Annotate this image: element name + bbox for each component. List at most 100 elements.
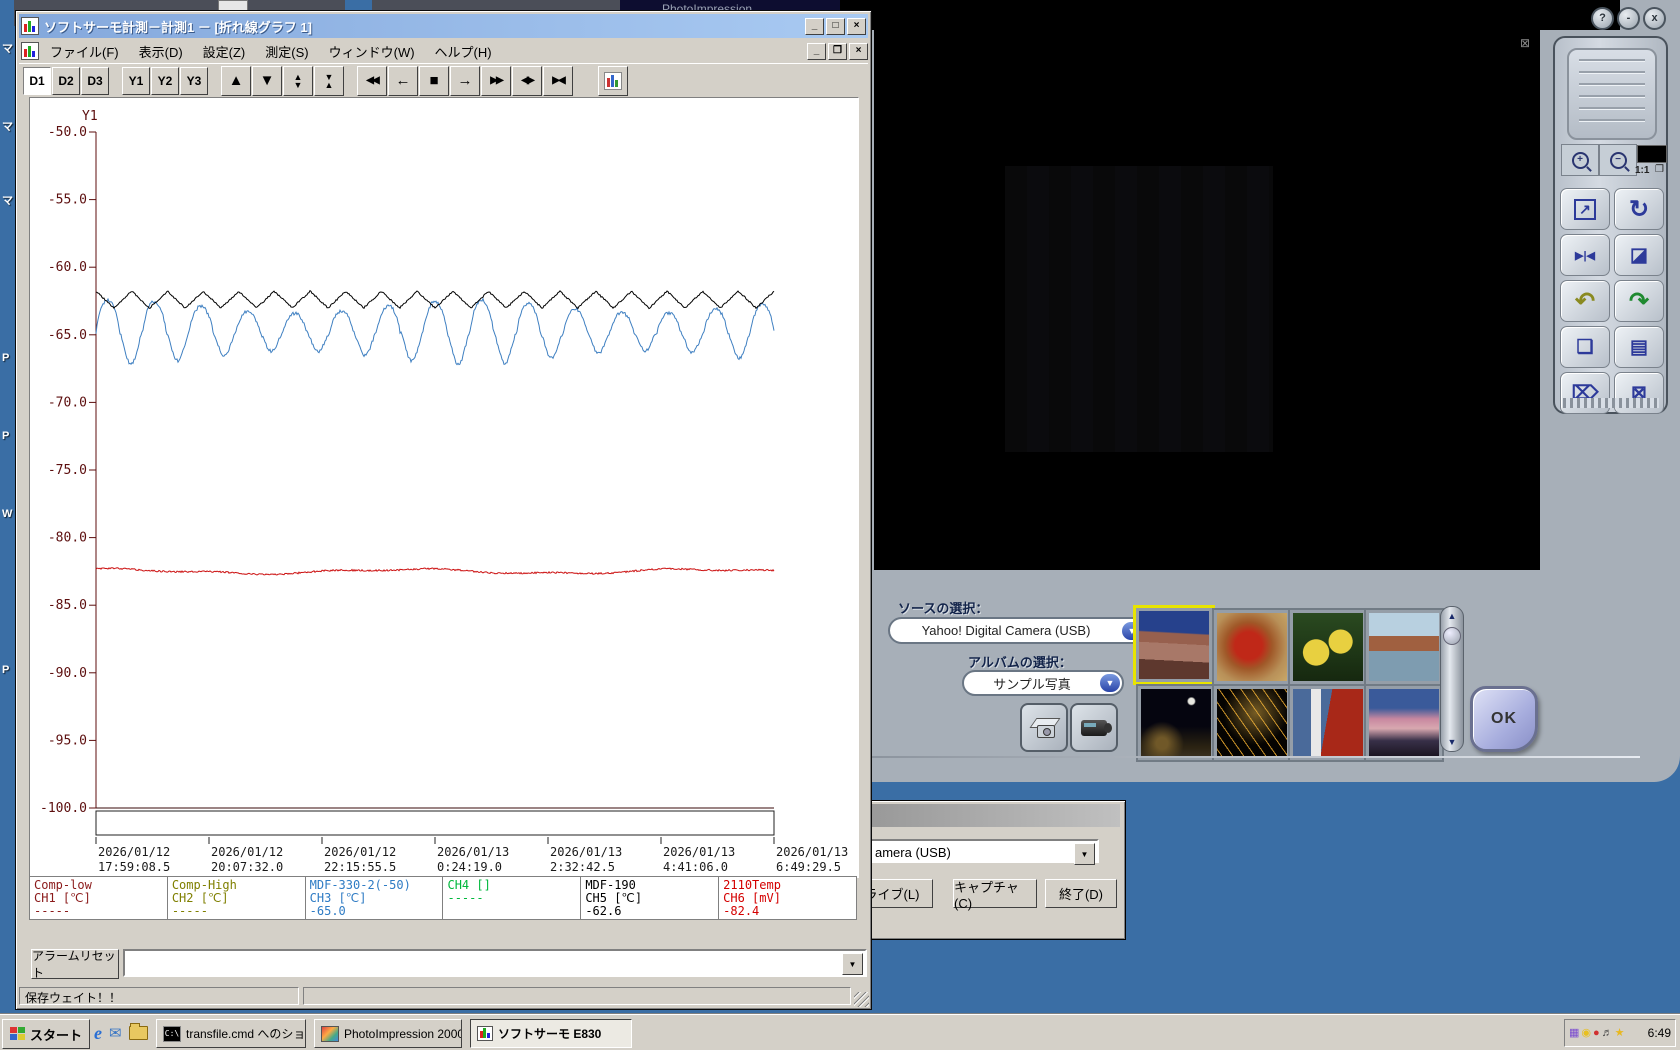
fast-forward-button[interactable]: ▶▶ bbox=[481, 65, 511, 96]
child-close-button[interactable]: × bbox=[849, 42, 868, 60]
paste-button[interactable]: ▤ bbox=[1614, 326, 1664, 368]
restore-view-icon[interactable]: ❐ bbox=[1655, 164, 1664, 175]
thumbnail-red-rock-spires[interactable] bbox=[1133, 605, 1215, 685]
chevron-down-icon[interactable]: ▼ bbox=[1074, 843, 1095, 865]
exit-button[interactable]: 終了(D) bbox=[1045, 879, 1117, 908]
graph-view-button[interactable] bbox=[598, 65, 628, 96]
tray-icon[interactable]: ▦ bbox=[1569, 1027, 1579, 1039]
menu-view[interactable]: 表示(D) bbox=[130, 40, 192, 63]
scroll-up-button[interactable]: ▲ bbox=[221, 65, 251, 96]
menu-window[interactable]: ウィンドウ(W) bbox=[320, 40, 424, 63]
minimize-button[interactable]: _ bbox=[805, 17, 824, 35]
scroll-down-button[interactable]: ▼ bbox=[252, 65, 282, 96]
scroll-down-icon[interactable]: ▼ bbox=[1441, 733, 1463, 751]
d2-button[interactable]: D2 bbox=[52, 66, 80, 95]
mail-icon[interactable]: ✉ bbox=[109, 1024, 122, 1042]
resize-button[interactable]: ↗ bbox=[1560, 188, 1610, 230]
d3-button[interactable]: D3 bbox=[81, 66, 109, 95]
rotate-button[interactable]: ↻ bbox=[1614, 188, 1664, 230]
compress-vertical-button[interactable]: ▼▲ bbox=[314, 65, 344, 96]
acquire-scanner-camera-button[interactable] bbox=[1020, 703, 1068, 752]
d1-button[interactable]: D1 bbox=[23, 66, 51, 95]
thumbnail-scrollbar[interactable]: ▲ ▼ bbox=[1440, 606, 1464, 752]
alarm-reset-button[interactable]: アラームリセット bbox=[31, 949, 119, 980]
clock[interactable]: 6:49 bbox=[1648, 1026, 1671, 1040]
step-back-button[interactable]: ← bbox=[388, 65, 418, 96]
help-button[interactable]: ? bbox=[1591, 7, 1614, 30]
y1-button[interactable]: Y1 bbox=[122, 66, 150, 95]
resize-grip[interactable] bbox=[854, 992, 869, 1007]
redo-button[interactable]: ↷ bbox=[1614, 280, 1664, 322]
menu-settings[interactable]: 設定(Z) bbox=[194, 40, 255, 63]
svg-text:-75.0: -75.0 bbox=[48, 463, 87, 478]
zoom-out-button[interactable]: − bbox=[1599, 144, 1637, 176]
zoom-in-button[interactable]: + bbox=[1561, 144, 1599, 176]
undo-button[interactable]: ↶ bbox=[1560, 280, 1610, 322]
maximize-button[interactable]: □ bbox=[826, 17, 845, 35]
album-select-dropdown[interactable]: サンプル写真 ▼ bbox=[962, 670, 1124, 696]
scroll-up-icon[interactable]: ▲ bbox=[1441, 607, 1463, 625]
thumbnail-lighthouse-red-barn[interactable] bbox=[1288, 684, 1368, 762]
crop-rotate-button[interactable]: ◪ bbox=[1614, 234, 1664, 276]
thumbnail-image bbox=[1293, 613, 1363, 681]
desktop-icon-label-fragment[interactable]: マ bbox=[2, 40, 13, 56]
svg-text:2026/01/13: 2026/01/13 bbox=[663, 845, 735, 859]
scrollbar-thumb[interactable] bbox=[1443, 627, 1461, 645]
start-button[interactable]: スタート bbox=[2, 1019, 90, 1049]
internet-explorer-icon[interactable]: e bbox=[94, 1023, 102, 1044]
svg-text:2026/01/12: 2026/01/12 bbox=[324, 845, 396, 859]
thumbnail-yellow-flowers[interactable] bbox=[1288, 608, 1368, 686]
desktop-icon-label-fragment[interactable]: W bbox=[2, 508, 12, 520]
step-forward-button[interactable]: → bbox=[450, 65, 480, 96]
expand-horizontal-button[interactable]: ◀▶ bbox=[512, 65, 542, 96]
capture-button[interactable]: キャプチャ(C) bbox=[953, 879, 1037, 911]
minimize-button[interactable]: - bbox=[1617, 7, 1640, 30]
show-desktop-icon[interactable] bbox=[128, 1023, 148, 1040]
chevron-down-icon[interactable]: ▼ bbox=[842, 953, 863, 975]
thumbnail-cardinal-bird[interactable] bbox=[1212, 608, 1292, 686]
source-select-dropdown[interactable]: Yahoo! Digital Camera (USB) ▼ bbox=[888, 617, 1146, 644]
thumbnail-gold-light-weave[interactable] bbox=[1212, 684, 1292, 762]
stop-button[interactable]: ■ bbox=[419, 65, 449, 96]
thumbnail-harbor-village[interactable] bbox=[1364, 608, 1444, 686]
tray-icon[interactable]: ★ bbox=[1615, 1027, 1625, 1039]
menu-help[interactable]: ヘルプ(H) bbox=[426, 40, 501, 63]
menu-file[interactable]: ファイル(F) bbox=[41, 40, 128, 63]
task-softthermo[interactable]: ソフトサーモ E830 bbox=[470, 1019, 632, 1048]
flip-horizontal-button[interactable]: ▶|◀ bbox=[1560, 234, 1610, 276]
close-button[interactable]: x bbox=[1643, 7, 1666, 30]
system-tray: ▦ ◉ ● ♬ ★ 6:49 bbox=[1564, 1019, 1676, 1047]
acquire-video-button[interactable] bbox=[1070, 703, 1118, 752]
dark-preview-image bbox=[1005, 166, 1273, 452]
desktop-icon-label-fragment[interactable]: マ bbox=[2, 192, 13, 208]
menu-measure[interactable]: 測定(S) bbox=[256, 40, 317, 63]
fast-rewind-button[interactable]: ◀◀ bbox=[357, 65, 387, 96]
close-button[interactable]: × bbox=[847, 17, 866, 35]
desktop-icon-label-fragment[interactable]: マ bbox=[2, 118, 13, 134]
compress-horizontal-button[interactable]: ▶◀ bbox=[543, 65, 573, 96]
preview-close-icon[interactable]: ⊠ bbox=[1520, 36, 1530, 50]
thumbnail-sunset-clouds[interactable] bbox=[1364, 684, 1444, 762]
tray-icon[interactable]: ● bbox=[1593, 1027, 1600, 1039]
alarm-message-combobox[interactable]: ▼ bbox=[123, 949, 867, 977]
thumbnail-night-skyline[interactable] bbox=[1136, 684, 1216, 762]
tray-icon[interactable]: ◉ bbox=[1581, 1027, 1591, 1039]
titlebar[interactable]: ソフトサーモ計測－計測1 － [折れ線グラフ 1] _ □ × bbox=[19, 14, 868, 38]
camera-source-value: amera (USB) bbox=[875, 845, 951, 860]
desktop-icon-label-fragment[interactable]: P bbox=[2, 664, 9, 676]
copy-button[interactable]: ❏ bbox=[1560, 326, 1610, 368]
y3-button[interactable]: Y3 bbox=[180, 66, 208, 95]
desktop-icon-label-fragment[interactable]: P bbox=[2, 352, 9, 364]
expand-vertical-button[interactable]: ▲▼ bbox=[283, 65, 313, 96]
volume-icon[interactable]: ♬ bbox=[1602, 1027, 1613, 1039]
document-icon[interactable] bbox=[21, 42, 39, 60]
y2-button[interactable]: Y2 bbox=[151, 66, 179, 95]
child-minimize-button[interactable]: _ bbox=[807, 42, 826, 60]
task-transfile-cmd[interactable]: C:\ transfile.cmd へのショート... bbox=[156, 1019, 306, 1048]
palette-grip-handle[interactable] bbox=[1567, 48, 1657, 140]
desktop-icon-label-fragment[interactable]: P bbox=[2, 430, 9, 442]
child-restore-button[interactable]: ❐ bbox=[828, 42, 847, 60]
chevron-down-icon[interactable]: ▼ bbox=[1100, 674, 1120, 692]
ok-button[interactable]: OK bbox=[1470, 686, 1538, 752]
task-photoimpression[interactable]: PhotoImpression 2000 bbox=[314, 1019, 462, 1048]
